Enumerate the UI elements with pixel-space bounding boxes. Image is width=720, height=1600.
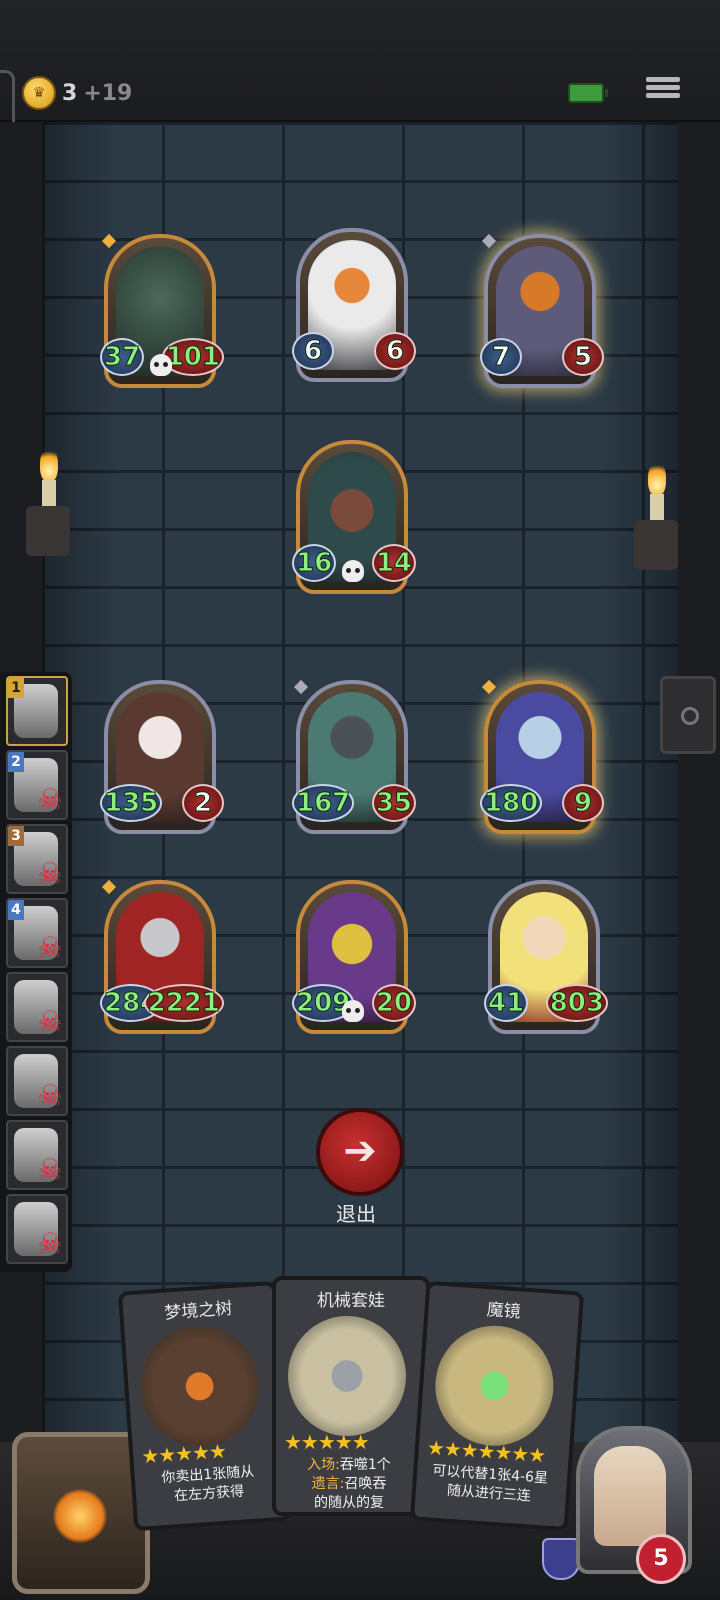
eliminated-skull-icon: ☠ <box>37 1005 63 1038</box>
rank-badge: 2 <box>8 752 24 772</box>
skull-icon <box>342 560 364 582</box>
skull-icon <box>342 1000 364 1022</box>
minion-health: 20 <box>371 984 416 1022</box>
minion-attack: 167 <box>292 784 355 822</box>
minion-attack: 6 <box>292 332 334 370</box>
left-torch-icon <box>26 446 70 556</box>
roster-slot-2[interactable]: 2 ☠ <box>6 750 68 820</box>
board-minion-rabbit-mask[interactable]: 135 2 <box>100 680 224 840</box>
roster-slot-5[interactable]: ☠ <box>6 972 68 1042</box>
minion-health: 9 <box>562 784 604 822</box>
rank-badge: 4 <box>8 900 24 920</box>
roster-slot-6[interactable]: ☠ <box>6 1046 68 1116</box>
card-title: 机械套娃 <box>317 1291 385 1311</box>
right-pillar <box>678 122 720 1600</box>
board-minion-pumpkin-lock[interactable]: 7 5 <box>480 233 604 394</box>
eliminated-skull-icon: ☠ <box>37 1079 63 1112</box>
minion-health: 6 <box>374 332 416 370</box>
top-bar: ♛ 3 +19 <box>0 0 720 186</box>
skull-icon <box>150 354 172 376</box>
minion-attack: 7 <box>480 338 522 376</box>
card-art <box>288 1316 406 1436</box>
card-title: 梦境之树 <box>163 1298 233 1324</box>
minion-health: 2 <box>182 784 224 822</box>
roster-slot-4[interactable]: 4 ☠ <box>6 898 68 968</box>
eliminated-skull-icon: ☠ <box>37 857 63 890</box>
minion-health: 35 <box>371 784 416 822</box>
exit-label: 退出 <box>336 1202 376 1226</box>
coin-icon: ♛ <box>22 76 56 110</box>
player-roster: 1 2 ☠ 3 ☠ 4 ☠ ☠ ☠ ☠ ☠ <box>0 672 72 1272</box>
card-description: 可以代替1张4-6星 随从进行三连 <box>431 1462 549 1505</box>
board-minion-iron-knight[interactable]: 167 35 <box>292 679 416 840</box>
minion-attack: 135 <box>100 784 163 822</box>
hero-health: 5 <box>636 1534 686 1584</box>
card-art <box>136 1322 263 1451</box>
rank-badge: 1 <box>8 678 24 698</box>
board-minion-sorceress[interactable]: 180 9 <box>480 679 604 840</box>
board-minion-reaper[interactable]: 37 101 <box>100 233 224 394</box>
minion-health: 14 <box>371 544 416 582</box>
minion-attack: 180 <box>480 784 543 822</box>
right-torch-icon <box>634 460 678 570</box>
card-title: 魔镜 <box>485 1300 522 1323</box>
hand-card-3[interactable]: 魔镜 ★★★★★★★ 可以代替1张4-6星 随从进行三连 <box>409 1280 585 1532</box>
minion-attack: 41 <box>484 984 529 1022</box>
roster-slot-3[interactable]: 3 ☠ <box>6 824 68 894</box>
exit-button[interactable]: ➔ <box>316 1108 404 1196</box>
eliminated-skull-icon: ☠ <box>37 1227 63 1260</box>
minion-attack: 37 <box>100 338 145 376</box>
rank-badge: 3 <box>8 826 24 846</box>
minion-health: 2221 <box>143 984 224 1022</box>
eliminated-skull-icon: ☠ <box>37 783 63 816</box>
back-arrow-icon: ➔ <box>343 1128 377 1174</box>
door-handle-icon <box>660 676 716 754</box>
board-minion-helmeted-rogue[interactable]: 284 2221 <box>100 879 224 1040</box>
board-minion-tentacle-beast[interactable]: 16 14 <box>292 440 416 600</box>
card-description: 你卖出1张随从 在左方获得 <box>160 1463 255 1505</box>
board-minion-robot[interactable]: 209 20 <box>292 880 416 1040</box>
roster-slot-7[interactable]: ☠ <box>6 1120 68 1190</box>
shield-icon <box>542 1538 580 1580</box>
hand-card-2[interactable]: 机械套娃 ★★★★★ 入场:吞噬1个 遗言:召唤吞 的随从的复 <box>272 1276 430 1516</box>
eliminated-skull-icon: ☠ <box>37 1153 63 1186</box>
hand-card-1[interactable]: 梦境之树 ★★★★★ 你卖出1张随从 在左方获得 <box>117 1280 293 1532</box>
card-description: 入场:吞噬1个 遗言:召唤吞 的随从的复 <box>307 1457 391 1511</box>
gold-display: ♛ 3 +19 <box>22 76 132 110</box>
roster-slot-8[interactable]: ☠ <box>6 1194 68 1264</box>
roster-slot-1[interactable]: 1 <box>6 676 68 746</box>
avatar <box>594 1446 666 1546</box>
eliminated-skull-icon: ☠ <box>37 931 63 964</box>
card-art <box>431 1321 558 1450</box>
battery-icon <box>568 83 608 103</box>
gold-count: 3 <box>62 80 78 106</box>
gold-bonus: +19 <box>83 80 133 106</box>
card-stars: ★★★★★ <box>284 1430 370 1454</box>
minion-attack: 16 <box>292 544 337 582</box>
board-minion-pumpkin[interactable]: 6 6 <box>292 228 416 388</box>
minion-health: 5 <box>562 338 604 376</box>
board-minion-dwarf-warrior[interactable]: 41 803 <box>484 880 608 1040</box>
minion-health: 803 <box>545 984 608 1022</box>
menu-icon[interactable] <box>646 74 680 106</box>
